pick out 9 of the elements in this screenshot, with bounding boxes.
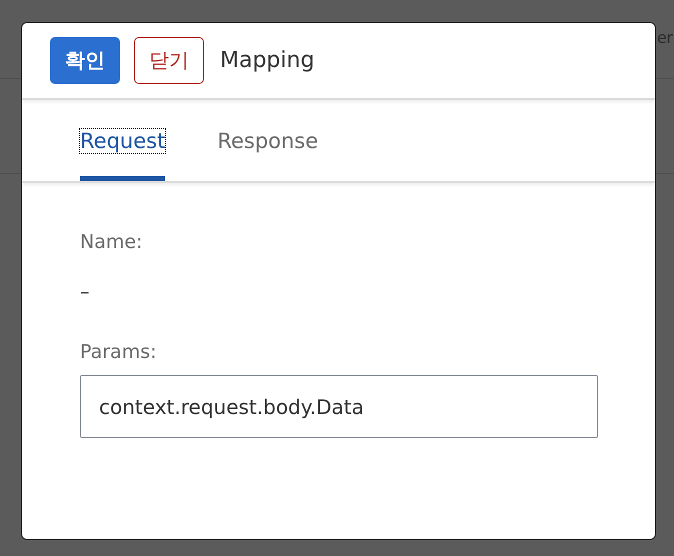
close-button[interactable]: 닫기 [134, 37, 204, 84]
field-label: Params: [80, 341, 158, 363]
confirm-button[interactable]: 확인 [50, 37, 120, 84]
dialog-title: Mapping [220, 48, 314, 73]
field-label: Name: [80, 231, 144, 253]
tab[interactable]: Response [217, 100, 318, 181]
tab[interactable]: Request [80, 100, 166, 181]
params-input[interactable]: context.request.body.Data [80, 375, 598, 438]
field-value: – [80, 281, 90, 303]
